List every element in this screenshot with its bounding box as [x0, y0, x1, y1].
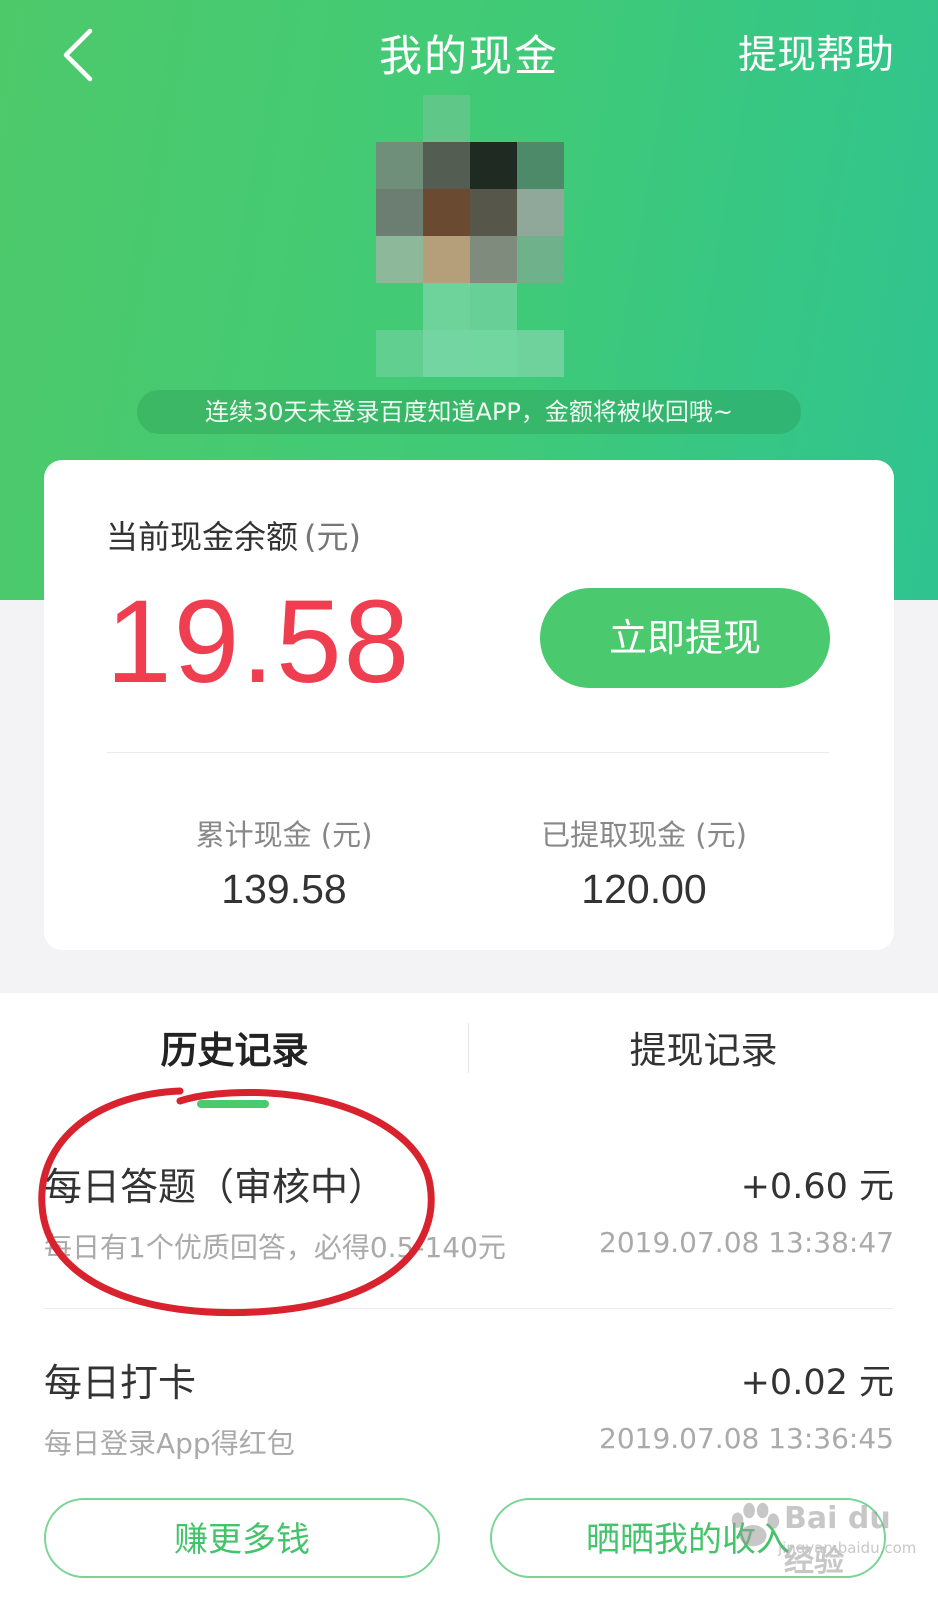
- balance-unit: (元): [304, 518, 361, 556]
- total-cash-label: 累计现金 (元): [195, 818, 373, 852]
- share-income-button[interactable]: 晒晒我的收入: [490, 1498, 886, 1578]
- list-item[interactable]: 每日答题（审核中） +0.60 元 每日有1个优质回答，必得0.5-140元 2…: [44, 1108, 894, 1308]
- withdrawn-cash-label: 已提取现金 (元): [541, 818, 747, 852]
- total-cash-stat: 累计现金 (元) 139.58: [124, 812, 444, 913]
- bottom-action-bar: 赚更多钱 晒晒我的收入: [0, 1478, 938, 1600]
- withdraw-button[interactable]: 立即提现: [540, 588, 830, 688]
- active-tab-indicator: [197, 1100, 269, 1108]
- divider: [106, 752, 830, 753]
- record-description: 每日有1个优质回答，必得0.5-140元: [44, 1231, 506, 1264]
- earn-more-button[interactable]: 赚更多钱: [44, 1498, 440, 1578]
- inactivity-notice: 连续30天未登录百度知道APP，金额将被收回哦~: [137, 390, 801, 434]
- balance-label: 当前现金余额 (元): [106, 518, 361, 556]
- tab-withdraw-records[interactable]: 提现记录: [469, 993, 938, 1108]
- tab-history[interactable]: 历史记录: [0, 993, 469, 1108]
- balance-card: 当前现金余额 (元) 19.58 立即提现 累计现金 (元) 139.58 已提取…: [44, 460, 894, 950]
- balance-value: 19.58: [106, 576, 412, 708]
- withdrawn-cash-stat: 已提取现金 (元) 120.00: [484, 812, 804, 913]
- list-item[interactable]: 每日打卡 +0.02 元 每日登录App得红包 2019.07.08 13:36…: [44, 1304, 894, 1504]
- avatar[interactable]: [376, 95, 564, 377]
- record-list: 每日答题（审核中） +0.60 元 每日有1个优质回答，必得0.5-140元 2…: [0, 1108, 938, 1478]
- record-amount: +0.02 元: [740, 1363, 894, 1403]
- record-time: 2019.07.08 13:38:47: [599, 1226, 894, 1259]
- total-cash-value: 139.58: [221, 866, 347, 912]
- record-amount: +0.60 元: [740, 1167, 894, 1207]
- withdraw-help-link[interactable]: 提现帮助: [738, 24, 894, 80]
- record-title: 每日答题（审核中）: [44, 1165, 387, 1209]
- record-time: 2019.07.08 13:36:45: [599, 1422, 894, 1455]
- record-title: 每日打卡: [44, 1361, 197, 1405]
- record-description: 每日登录App得红包: [44, 1427, 295, 1460]
- record-tabs: 历史记录 提现记录: [0, 993, 938, 1109]
- withdrawn-cash-value: 120.00: [581, 866, 707, 912]
